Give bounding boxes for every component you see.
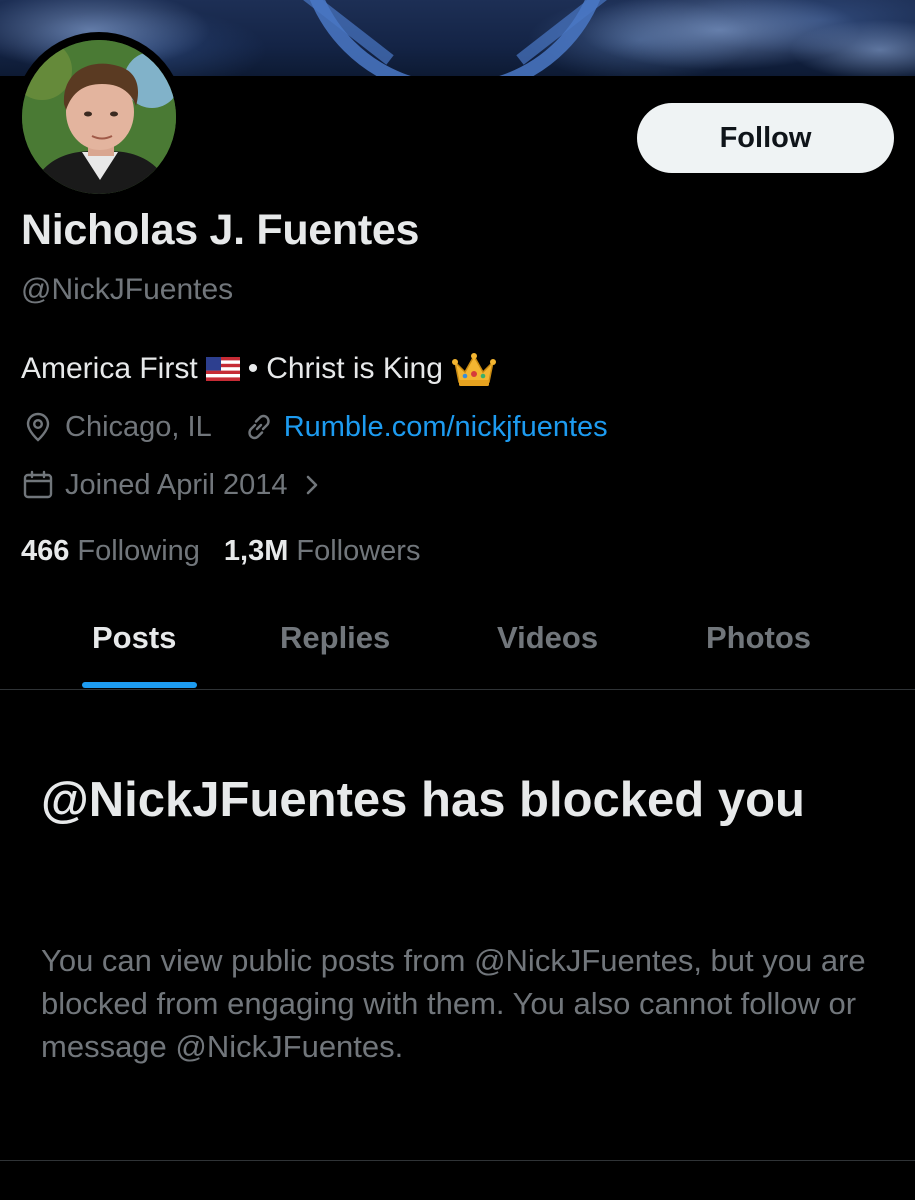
avatar[interactable] — [22, 40, 176, 194]
link-icon — [248, 414, 270, 440]
chevron-right-icon — [306, 475, 317, 495]
following-count[interactable]: 466 — [21, 535, 69, 568]
tab-replies[interactable]: Replies — [280, 620, 390, 656]
bottom-divider — [0, 1160, 915, 1161]
profile-tabs: Posts Replies Videos Photos — [0, 600, 915, 690]
profile-page: Follow Nicholas J. Fuentes @NickJFuentes… — [0, 0, 915, 1200]
profile-name: Nicholas J. Fuentes — [21, 206, 420, 254]
tab-photos[interactable]: Photos — [706, 620, 811, 656]
profile-location-row: Chicago, IL Rumble.com/nickjfuentes — [21, 410, 608, 444]
profile-bio: America First • Christ is King — [21, 350, 497, 388]
crown-emoji — [451, 353, 496, 386]
active-tab-indicator — [82, 682, 197, 688]
profile-handle: @NickJFuentes — [21, 273, 234, 306]
profile-joined-date: Joined April 2014 — [65, 468, 288, 501]
bio-text-america-first: America First — [21, 352, 198, 385]
followers-label[interactable]: Followers — [296, 535, 420, 568]
location-pin-icon — [26, 412, 50, 442]
profile-website-link[interactable]: Rumble.com/nickjfuentes — [284, 411, 608, 444]
profile-location: Chicago, IL — [65, 410, 212, 443]
calendar-icon — [23, 470, 53, 499]
profile-stats: 466 Following 1,3M Followers — [21, 535, 420, 568]
us-flag-emoji — [205, 357, 240, 381]
tab-videos[interactable]: Videos — [497, 620, 598, 656]
blocked-message: You can view public posts from @NickJFue… — [41, 943, 866, 1064]
blocked-title: @NickJFuentes has blocked you — [41, 773, 805, 827]
tab-posts[interactable]: Posts — [92, 620, 176, 656]
following-label[interactable]: Following — [77, 535, 200, 568]
bio-separator: • — [247, 352, 259, 385]
profile-joined-row[interactable]: Joined April 2014 — [21, 468, 324, 502]
tabs-divider — [0, 689, 915, 690]
bio-text-christ-is-king: Christ is King — [266, 352, 443, 385]
follow-button[interactable]: Follow — [637, 103, 894, 173]
followers-count[interactable]: 1,3M — [224, 535, 288, 568]
